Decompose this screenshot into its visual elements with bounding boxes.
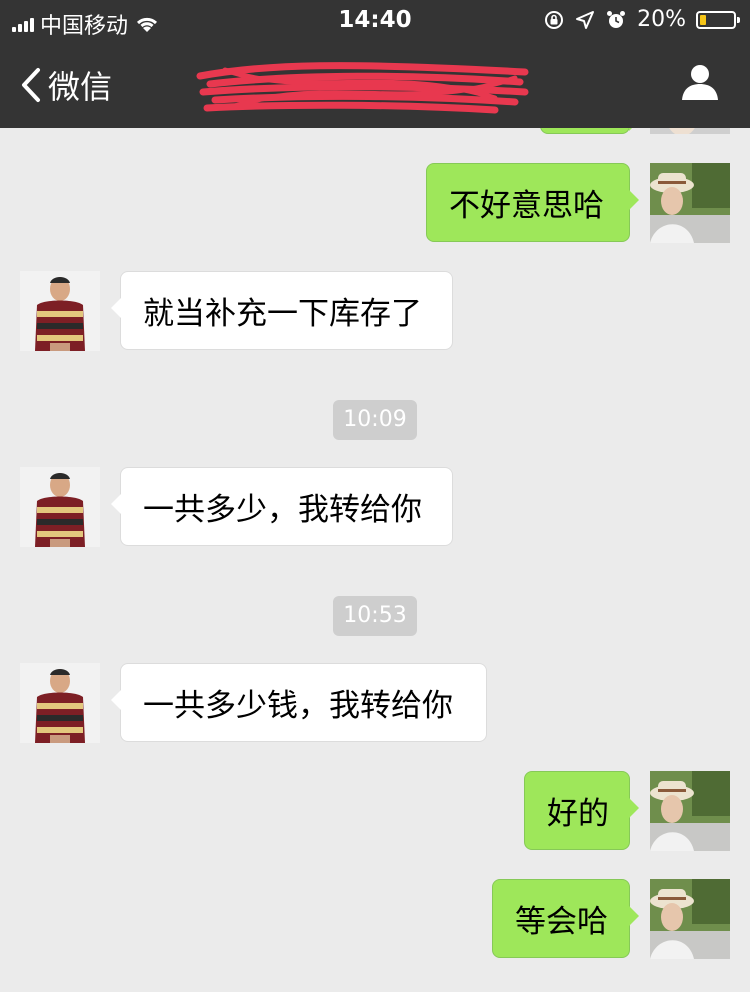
chevron-left-icon [22,68,40,102]
profile-button[interactable] [680,62,720,106]
battery-percent: 20% [637,7,686,32]
my-avatar[interactable] [650,128,730,134]
my-avatar[interactable] [650,771,730,851]
nav-bar: 微信 [0,40,750,128]
partial-outgoing-bubble [540,128,639,134]
my-avatar[interactable] [650,163,730,243]
message-bubble-incoming[interactable]: 一共多少，我转给你 [111,467,453,546]
message-bubble-incoming[interactable]: 一共多少钱，我转给你 [111,663,487,742]
battery-fill [700,14,707,25]
status-right: 20% [543,7,740,32]
timestamp: 10:53 [333,596,417,636]
message-text: 好的 [547,796,609,832]
chat-area[interactable]: 不好意思哈 就当补充一下库存了 10:09 一共多少，我转给你 10:53 一共… [0,128,750,992]
message-text: 不好意思哈 [449,188,604,224]
profile-icon [682,65,718,100]
message-text: 一共多少，我转给你 [143,492,422,528]
message-text: 就当补充一下库存了 [143,296,422,332]
message-text: 一共多少钱，我转给你 [143,688,453,724]
timestamp: 10:09 [333,400,417,440]
contact-avatar[interactable] [20,663,100,743]
message-bubble-outgoing[interactable]: 好的 [524,771,639,850]
my-avatar[interactable] [650,879,730,959]
back-label: 微信 [48,68,113,106]
redaction-scribble [196,62,529,114]
message-bubble-outgoing[interactable]: 等会哈 [492,879,639,958]
battery-icon [696,10,740,29]
message-text: 等会哈 [515,904,608,940]
message-bubble-outgoing[interactable]: 不好意思哈 [426,163,639,242]
orientation-lock-icon [545,10,564,29]
message-bubble-incoming[interactable]: 就当补充一下库存了 [111,271,453,350]
alarm-icon [607,10,626,28]
location-arrow-icon [576,10,595,29]
chat-title-redacted [195,58,535,118]
back-button[interactable]: 微信 [20,62,112,108]
contact-avatar[interactable] [20,467,100,547]
contact-avatar[interactable] [20,271,100,351]
status-bar: 中国移动 14:40 20% [0,0,750,40]
